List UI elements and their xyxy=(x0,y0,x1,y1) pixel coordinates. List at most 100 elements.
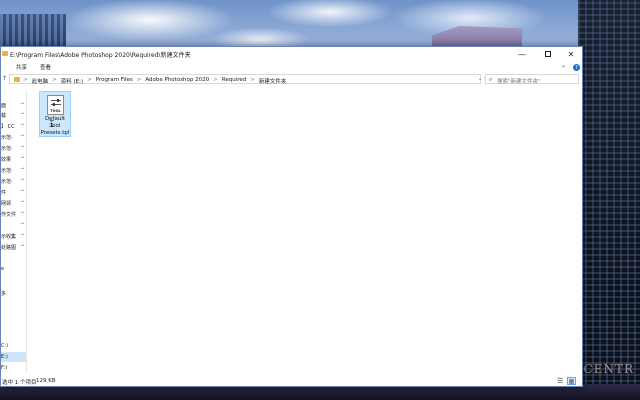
breadcrumb-new-folder[interactable]: 新建文件夹 xyxy=(259,77,287,85)
nav-item[interactable]: 多 xyxy=(1,288,26,298)
file-icon-tag: TOOL xyxy=(50,109,61,113)
window-title: E:\Program Files\Adobe Photoshop 2020\Re… xyxy=(10,52,191,59)
ribbon: 共享 查看 ⌄ ? xyxy=(1,61,582,71)
breadcrumb-this-pc[interactable]: 此电脑 xyxy=(32,77,49,85)
nav-item-label: e xyxy=(1,266,5,272)
nav-item-label: C:) xyxy=(1,343,9,349)
nav-item-label: 多 xyxy=(1,291,7,297)
maximize-icon xyxy=(545,51,551,57)
title-bar[interactable]: E:\Program Files\Adobe Photoshop 2020\Re… xyxy=(1,47,582,61)
nav-item[interactable]: 】 CC ⊸ xyxy=(1,121,26,131)
breadcrumb-photoshop[interactable]: Adobe Photoshop 2020 xyxy=(145,77,209,85)
pin-icon: ⊸ xyxy=(20,221,25,227)
nav-item-drive-f[interactable]: F:) xyxy=(1,363,26,373)
building-right xyxy=(578,0,640,400)
nav-item-label: 件 xyxy=(1,190,7,196)
pin-icon: ⊸ xyxy=(20,144,25,150)
nav-item[interactable] xyxy=(1,275,26,285)
nav-item-label: 示范· xyxy=(1,146,13,152)
pin-icon: ⊸ xyxy=(20,166,25,172)
up-arrow-icon[interactable]: ↑ xyxy=(2,75,7,82)
nav-item[interactable]: 网领 ⊸ xyxy=(1,198,26,208)
pin-icon: ⊸ xyxy=(20,133,25,139)
status-size: 129 KB xyxy=(36,378,56,384)
help-icon[interactable]: ? xyxy=(573,64,580,71)
file-name-line: Tool xyxy=(49,123,61,129)
breadcrumb-required[interactable]: Required xyxy=(222,77,246,85)
chevron-down-icon[interactable]: ⌄ xyxy=(478,76,482,82)
file-list[interactable]: TOOL Default Tool Presets.tpl xyxy=(31,90,581,373)
slider-knob xyxy=(57,99,59,102)
status-selection: 选中 1 个项目 xyxy=(2,380,37,386)
navigation-pane[interactable]: 面 ⊸ 载 ⊸ 】 CC ⊸ 示范· ⊸ 示范· ⊸ 效果 ⊸ 示范· ⊸ 示范· ⊸ 件 ⊸ 网… xyxy=(1,90,27,373)
nav-item[interactable]: 处路图 ⊸ xyxy=(1,242,26,252)
folder-icon xyxy=(2,51,8,56)
pin-icon: ⊸ xyxy=(20,111,25,117)
file-name: Default Tool Presets.tpl xyxy=(40,116,70,137)
nav-item-label: 载 xyxy=(1,113,7,119)
nav-item-drive-c[interactable]: C:) xyxy=(1,341,26,351)
nav-item-label: 示范· xyxy=(1,179,13,185)
slider-line xyxy=(51,100,61,101)
breadcrumb-separator: > xyxy=(136,76,142,83)
nav-item[interactable]: e xyxy=(1,264,26,274)
chevron-down-icon[interactable]: ⌄ xyxy=(561,62,566,69)
minimize-button[interactable]: — xyxy=(511,47,533,61)
nav-item[interactable] xyxy=(1,90,26,100)
nav-item[interactable]: 示范· ⊸ xyxy=(1,143,26,153)
pin-icon: ⊸ xyxy=(20,210,25,216)
close-button[interactable]: ✕ xyxy=(560,47,582,61)
breadcrumb-separator: > xyxy=(52,76,57,83)
nav-item[interactable]: 示收集 ⊸ xyxy=(1,231,26,241)
search-placeholder: 搜索"新建文件夹" xyxy=(497,78,541,85)
nav-item-label: 网领 xyxy=(1,201,12,207)
status-bar: 选中 1 个项目 129 KB ☰ ▦ xyxy=(1,376,582,387)
large-icons-view-icon[interactable]: ▦ xyxy=(567,377,576,385)
tab-share[interactable]: 共享 xyxy=(16,63,27,71)
folder-icon xyxy=(14,77,20,82)
pin-icon: ⊸ xyxy=(20,243,25,249)
nav-item-label: 示范· xyxy=(1,168,13,174)
minimize-icon: — xyxy=(518,49,526,59)
address-row: ↑ > 此电脑 > 资料 (E:) > Program Files > Adob… xyxy=(1,73,582,85)
breadcrumb-drive-e[interactable]: 资料 (E:) xyxy=(61,77,83,85)
nav-item[interactable]: 载 ⊸ xyxy=(1,110,26,120)
nav-item[interactable]: ⊸ xyxy=(1,220,26,230)
file-explorer-window[interactable]: E:\Program Files\Adobe Photoshop 2020\Re… xyxy=(0,46,583,387)
nav-item[interactable]: 效果 ⊸ xyxy=(1,154,26,164)
tab-view[interactable]: 查看 xyxy=(40,63,51,71)
nav-item-drive-e[interactable]: E:) xyxy=(1,352,26,362)
file-item-default-tool-presets[interactable]: TOOL Default Tool Presets.tpl xyxy=(39,91,71,137)
nav-item[interactable]: 示范· ⊸ xyxy=(1,165,26,175)
close-icon: ✕ xyxy=(567,49,575,59)
building-sign: CENTR xyxy=(583,362,634,376)
nav-item[interactable] xyxy=(1,253,26,263)
breadcrumb-separator: > xyxy=(23,76,28,83)
tool-preset-file-icon: TOOL xyxy=(47,95,64,115)
address-bar[interactable]: > 此电脑 > 资料 (E:) > Program Files > Adobe … xyxy=(9,74,489,85)
maximize-button[interactable] xyxy=(537,47,559,61)
nav-item-label: F:) xyxy=(1,365,8,371)
details-view-icon[interactable]: ☰ xyxy=(557,377,563,385)
nav-item[interactable]: 示范· ⊸ xyxy=(1,132,26,142)
nav-item-label: 示收集 xyxy=(1,234,17,240)
nav-item[interactable]: 件 ⊸ xyxy=(1,187,26,197)
breadcrumb-separator: > xyxy=(250,76,255,83)
nav-item[interactable]: 示范· ⊸ xyxy=(1,176,26,186)
search-input[interactable]: ⌕ 搜索"新建文件夹" xyxy=(485,74,579,85)
pin-icon: ⊸ xyxy=(20,177,25,183)
nav-item-label: 效果 xyxy=(1,157,12,163)
nav-item[interactable]: 面 ⊸ xyxy=(1,100,26,110)
slider-knob xyxy=(53,103,55,106)
breadcrumb-program-files[interactable]: Program Files xyxy=(96,77,133,85)
nav-item-label: 示范· xyxy=(1,135,13,141)
pin-icon: ⊸ xyxy=(20,188,25,194)
breadcrumb-separator: > xyxy=(213,76,218,83)
file-name-line: Presets.tpl xyxy=(40,130,70,136)
nav-item[interactable]: 作文件 ⊸ xyxy=(1,209,26,219)
mouse-cursor-icon: ⌶ xyxy=(49,120,55,130)
nav-item-label: 】 CC xyxy=(1,124,15,130)
pin-icon: ⊸ xyxy=(20,155,25,161)
file-name-line: Default xyxy=(44,116,66,122)
search-icon: ⌕ xyxy=(489,76,493,83)
